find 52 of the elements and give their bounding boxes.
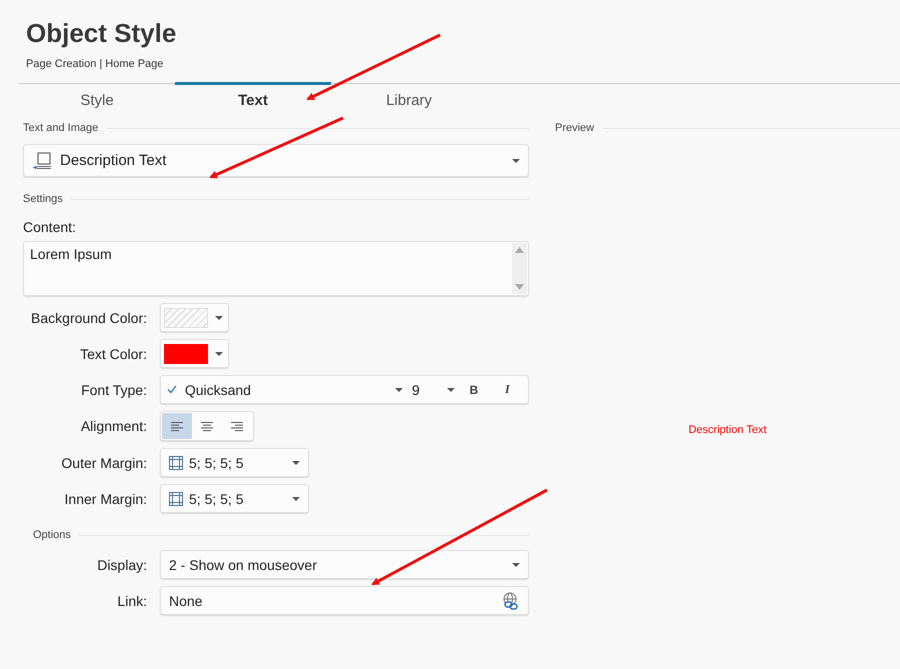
breadcrumb: Page Creation | Home Page bbox=[26, 58, 164, 70]
italic-button[interactable]: I bbox=[492, 382, 522, 397]
align-right-icon bbox=[230, 420, 244, 432]
field-label: Background Color: bbox=[31, 310, 147, 326]
caret-icon bbox=[512, 158, 520, 162]
section-heading: Preview bbox=[555, 122, 594, 134]
field-label: Font Type: bbox=[81, 382, 147, 398]
section-heading: Options bbox=[33, 529, 71, 541]
caret-icon bbox=[292, 460, 300, 464]
font-name[interactable]: Quicksand bbox=[184, 382, 395, 398]
caret-icon bbox=[447, 388, 456, 392]
field-label: Outer Margin: bbox=[61, 454, 147, 470]
text-element-icon bbox=[32, 150, 52, 170]
caret-icon bbox=[395, 388, 403, 392]
color-picker[interactable] bbox=[160, 303, 229, 332]
bold-button[interactable]: B bbox=[459, 382, 489, 396]
display-dropdown[interactable]: 2 - Show on mouseover bbox=[160, 550, 529, 579]
section-heading: Text and Image bbox=[23, 122, 98, 134]
margin-dropdown[interactable]: 5; 5; 5; 5 bbox=[160, 448, 309, 477]
content-field[interactable]: Lorem Ipsum bbox=[23, 241, 529, 296]
field-label: Display: bbox=[97, 556, 147, 572]
field-label: Inner Margin: bbox=[64, 490, 147, 506]
check-icon bbox=[167, 385, 177, 394]
align-left-icon bbox=[170, 420, 184, 432]
field-label: Alignment: bbox=[80, 418, 147, 434]
align-left-button[interactable] bbox=[162, 413, 192, 439]
globe-link-icon bbox=[502, 592, 520, 610]
scroll-up-icon[interactable] bbox=[515, 247, 524, 253]
page-title: Object Style bbox=[26, 18, 178, 48]
tab[interactable]: Text bbox=[175, 82, 331, 116]
link-field[interactable]: None bbox=[160, 586, 529, 615]
color-picker[interactable] bbox=[160, 339, 229, 368]
tab[interactable]: Library bbox=[331, 82, 487, 116]
scroll-down-icon[interactable] bbox=[515, 284, 524, 290]
margin-grid-icon bbox=[169, 492, 183, 506]
field-label: Text Color: bbox=[80, 346, 147, 362]
transparent-swatch bbox=[164, 308, 208, 328]
field-label: Content: bbox=[23, 219, 77, 235]
preview-text: Description Text bbox=[688, 424, 767, 436]
element-dropdown[interactable]: Description Text bbox=[23, 144, 529, 177]
caret-icon bbox=[215, 316, 223, 320]
field-label: Link: bbox=[117, 592, 147, 608]
font-size[interactable]: 9 bbox=[412, 382, 448, 398]
margin-dropdown[interactable]: 5; 5; 5; 5 bbox=[160, 484, 309, 513]
align-center-icon bbox=[200, 420, 214, 432]
tab[interactable]: Style bbox=[19, 82, 175, 116]
section-heading: Settings bbox=[23, 193, 63, 205]
caret-icon bbox=[512, 562, 520, 566]
scrollbar[interactable] bbox=[512, 243, 527, 294]
caret-icon bbox=[292, 496, 300, 500]
margin-grid-icon bbox=[169, 456, 183, 470]
caret-icon bbox=[215, 352, 223, 356]
